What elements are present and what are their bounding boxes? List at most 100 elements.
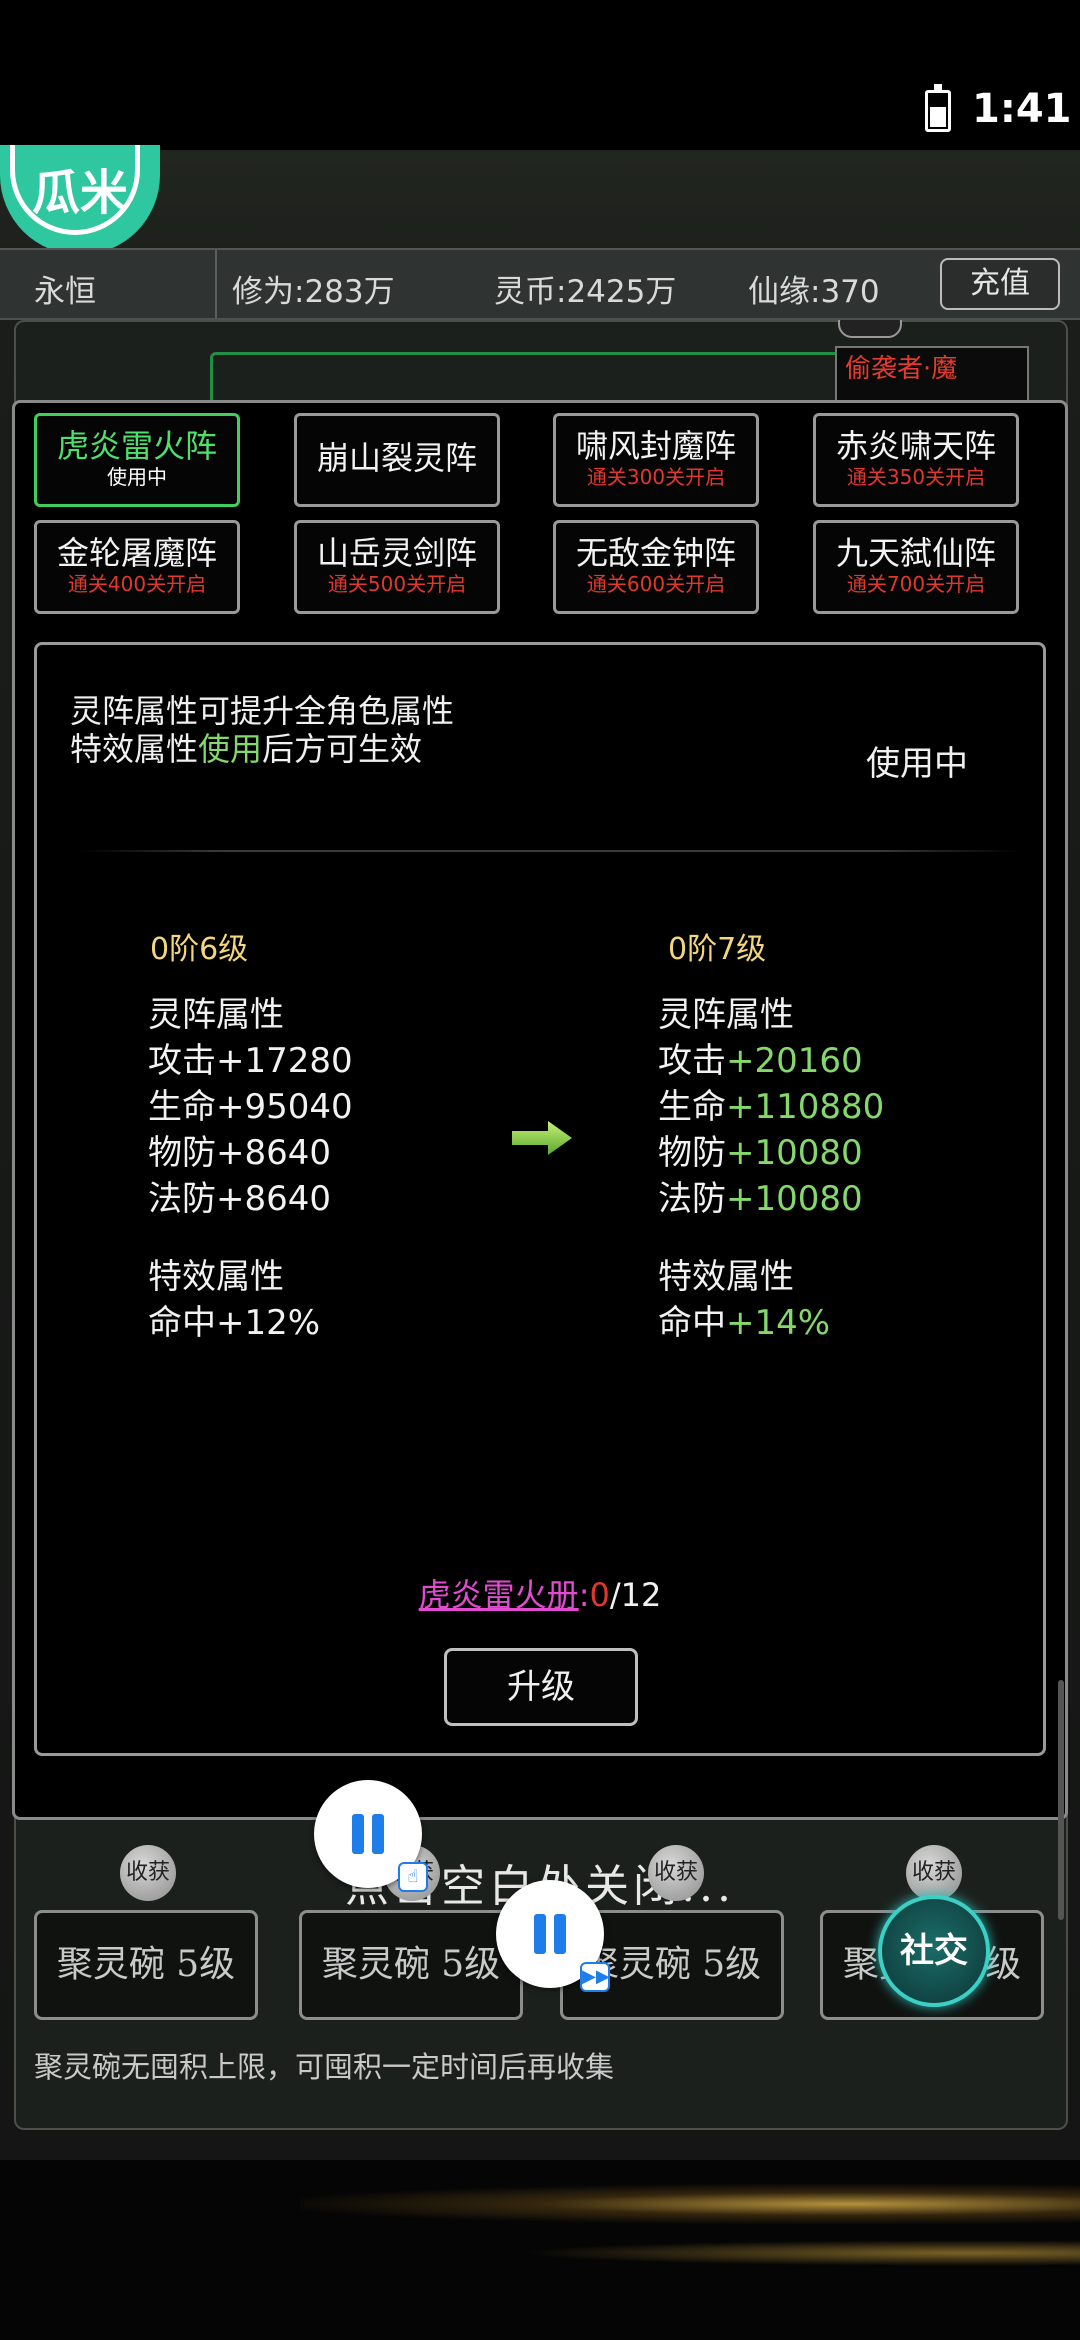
description-highlight: 使用: [198, 730, 263, 768]
upgrade-button[interactable]: 升级: [444, 1648, 638, 1726]
attr-label: 生命: [658, 1087, 726, 1127]
attr-value: +8640: [216, 1133, 332, 1173]
next-mdef: 法防+10080: [658, 1176, 884, 1222]
formation-name: 无敌金钟阵: [575, 534, 736, 572]
logo-text: 瓜米: [31, 165, 128, 221]
attr-label: 法防: [658, 1179, 726, 1219]
formation-name: 崩山裂灵阵: [316, 439, 477, 477]
section-divider: [80, 850, 1020, 852]
next-hp: 生命+110880: [658, 1084, 884, 1130]
harvest-button-4[interactable]: 收获: [906, 1845, 962, 1901]
attr-label: 法防: [148, 1179, 216, 1219]
attr-label: 物防: [148, 1133, 216, 1173]
material-required: /12: [609, 1576, 662, 1614]
formation-tab-4[interactable]: 赤炎啸天阵 通关350关开启: [813, 413, 1019, 507]
touch-icon: ☝: [398, 1862, 428, 1892]
social-button[interactable]: 社交: [878, 1895, 990, 2007]
next-rank: 0阶7级: [668, 932, 767, 967]
current-pdef: 物防+8640: [148, 1130, 353, 1176]
attr-value: +20160: [726, 1041, 863, 1081]
current-attack: 攻击+17280: [148, 1038, 353, 1084]
pause-icon: [534, 1914, 546, 1954]
attr-value: +95040: [216, 1087, 353, 1127]
formation-name: 山岳灵剑阵: [316, 534, 477, 572]
formation-name: 金轮屠魔阵: [56, 534, 217, 572]
formation-name: 虎炎雷火阵: [56, 427, 217, 465]
pause-button-2[interactable]: ▶▶: [496, 1880, 610, 1992]
current-hit: 命中+12%: [148, 1300, 353, 1346]
material-separator: :: [578, 1576, 590, 1614]
upgrade-material: 虎炎雷火册:0/12: [0, 1570, 1080, 1616]
clock: 1:41: [972, 86, 1072, 132]
spirit-coin-value: 灵币:2425万: [494, 274, 677, 310]
fate-value: 仙缘:370: [748, 274, 880, 310]
info-bar: 永恒 修为:283万 灵币:2425万 仙缘:370: [0, 248, 1080, 320]
pause-icon-bar: [554, 1914, 566, 1954]
collect-tip: 聚灵碗无囤积上限，可囤积一定时间后再收集: [34, 2050, 615, 2084]
attr-value: +10080: [726, 1179, 863, 1219]
formation-unlock-hint: 通关600关开启: [586, 572, 726, 596]
current-hp: 生命+95040: [148, 1084, 353, 1130]
formation-name: 九天弑仙阵: [835, 534, 996, 572]
current-rank: 0阶6级: [150, 932, 249, 967]
formation-tab-6[interactable]: 山岳灵剑阵 通关500关开启: [294, 520, 500, 614]
material-name-link[interactable]: 虎炎雷火册: [419, 1576, 579, 1614]
cultivation-value: 修为:283万: [232, 274, 395, 310]
current-section-title: 灵阵属性: [148, 995, 284, 1035]
attr-value: +8640: [216, 1179, 332, 1219]
attr-label: 攻击: [148, 1041, 216, 1081]
formation-unlock-hint: 通关300关开启: [586, 465, 726, 489]
attr-label: 攻击: [658, 1041, 726, 1081]
next-stats: 灵阵属性 攻击+20160 生命+110880 物防+10080 法防+1008…: [658, 992, 884, 1346]
attr-label: 物防: [658, 1133, 726, 1173]
formation-unlock-hint: 通关350关开启: [846, 465, 986, 489]
pause-icon-bar: [372, 1814, 384, 1854]
material-owned: 0: [589, 1576, 610, 1614]
scrollbar[interactable]: [1058, 1680, 1064, 1920]
attr-label: 命中: [148, 1303, 216, 1343]
description-prefix: 特效属性: [70, 730, 199, 768]
attr-value: +10080: [726, 1133, 863, 1173]
description-line-2: 特效属性使用后方可生效: [70, 724, 422, 770]
formation-unlock-hint: 通关700关开启: [846, 572, 986, 596]
formation-name: 赤炎啸天阵: [835, 427, 996, 465]
status-bar: [0, 0, 1080, 150]
player-name: 永恒: [34, 274, 96, 310]
current-stats: 灵阵属性 攻击+17280 生命+95040 物防+8640 法防+8640 特…: [148, 992, 353, 1346]
formation-tab-2[interactable]: 崩山裂灵阵: [294, 413, 500, 507]
formation-tab-1[interactable]: 虎炎雷火阵 使用中: [34, 413, 240, 507]
attr-value: +12%: [216, 1303, 321, 1343]
formation-status: 使用中: [107, 465, 167, 489]
bottom-decoration: [0, 2160, 1080, 2340]
battery-icon: [925, 84, 951, 132]
attr-value: +14%: [726, 1303, 831, 1343]
formation-name: 啸风封魔阵: [575, 427, 736, 465]
background-title-frame: [210, 352, 876, 405]
formation-tab-7[interactable]: 无敌金钟阵 通关600关开启: [553, 520, 759, 614]
next-attack: 攻击+20160: [658, 1038, 884, 1084]
formation-tab-3[interactable]: 啸风封魔阵 通关300关开启: [553, 413, 759, 507]
enemy-label: 偷袭者·魔: [845, 354, 958, 384]
pause-icon: [352, 1814, 364, 1854]
spirit-bowl-2[interactable]: 聚灵碗 5级: [299, 1910, 523, 2020]
formation-tab-8[interactable]: 九天弑仙阵 通关700关开启: [813, 520, 1019, 614]
current-mdef: 法防+8640: [148, 1176, 353, 1222]
formation-unlock-hint: 通关400关开启: [67, 572, 207, 596]
formation-unlock-hint: 通关500关开启: [327, 572, 467, 596]
description-suffix: 后方可生效: [262, 730, 423, 768]
attr-value: +17280: [216, 1041, 353, 1081]
fast-forward-icon: ▶▶: [580, 1962, 610, 1992]
next-special-title: 特效属性: [658, 1257, 794, 1297]
formation-tab-5[interactable]: 金轮屠魔阵 通关400关开启: [34, 520, 240, 614]
current-special-title: 特效属性: [148, 1257, 284, 1297]
harvest-button-1[interactable]: 收获: [120, 1845, 176, 1901]
arrow-right-icon: [512, 1121, 572, 1155]
spirit-bowl-1[interactable]: 聚灵碗 5级: [34, 1910, 258, 2020]
usage-status: 使用中: [866, 744, 968, 784]
next-hit: 命中+14%: [658, 1300, 884, 1346]
info-divider: [215, 250, 217, 318]
next-pdef: 物防+10080: [658, 1130, 884, 1176]
harvest-button-3[interactable]: 收获: [648, 1845, 704, 1901]
recharge-button[interactable]: 充值: [940, 258, 1060, 310]
pause-button-1[interactable]: ☝: [314, 1780, 428, 1892]
